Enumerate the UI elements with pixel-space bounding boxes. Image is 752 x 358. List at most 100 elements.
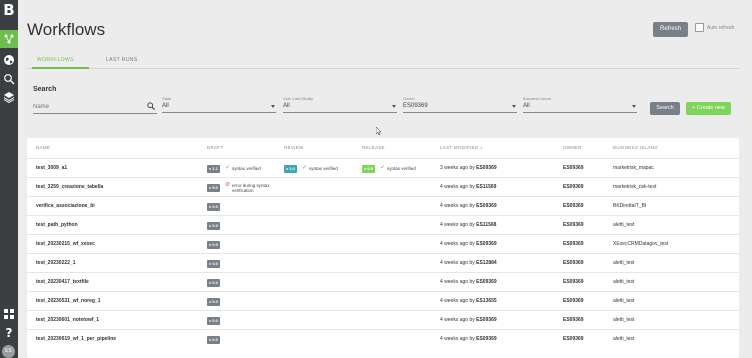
create-new-button[interactable]: + Create new xyxy=(686,102,731,115)
table-row[interactable]: test_3259_creazione_tabella v 5.0 ⊘ error d… xyxy=(27,177,739,196)
auto-refresh-checkbox[interactable] xyxy=(695,23,704,32)
refresh-button[interactable]: Refresh xyxy=(653,22,688,37)
draft-version-badge[interactable]: v 0.0 xyxy=(207,260,220,268)
name-search-input[interactable] xyxy=(33,100,157,114)
business-island-filter[interactable]: Business Island All xyxy=(523,96,637,113)
column-header-owner[interactable]: OWNER xyxy=(563,145,582,150)
workflow-name[interactable]: test_20230531_wf_noreg_1 xyxy=(36,292,101,311)
table-row[interactable]: test_20230222_1 v 0.0 4 weeks ago by ES128… xyxy=(27,253,739,272)
auto-refresh-toggle[interactable]: Auto refresh xyxy=(695,23,734,32)
sidebar-item-layers[interactable] xyxy=(0,88,18,106)
draft-version-badge[interactable]: v 0.0 xyxy=(207,241,220,249)
release-version-badge[interactable]: v 0.9 xyxy=(362,165,375,173)
workflow-name[interactable]: test_3009_a1 xyxy=(36,159,67,178)
draft-status-text: error during syntax verification xyxy=(232,183,270,193)
owner: ES09369 xyxy=(563,298,584,304)
sidebar-item-apps[interactable] xyxy=(0,305,18,323)
last-modified-user: ES11569 xyxy=(476,184,497,190)
sidebar-item-help[interactable]: ? xyxy=(0,323,18,341)
column-header-review[interactable]: REVIEW xyxy=(284,145,304,150)
last-modified-text: 4 weeks ago by xyxy=(440,203,475,209)
workflow-name[interactable]: test_20230601_notetowf_1 xyxy=(36,311,99,330)
table-row[interactable]: test_20230417_textfile v 0.0 4 weeks ago b… xyxy=(27,272,739,291)
workflow-name[interactable]: test_20230417_textfile xyxy=(36,273,89,292)
draft-version-badge[interactable]: v 0.0 xyxy=(207,279,220,287)
user-last-modify-filter[interactable]: User Last Modify All xyxy=(283,96,397,113)
draft-version-badge[interactable]: v 0.0 xyxy=(207,336,220,344)
search-button[interactable]: Search xyxy=(650,102,680,115)
last-modified-text: 4 weeks ago by xyxy=(440,279,475,285)
last-modified: 4 weeks ago by ES13655 xyxy=(440,292,497,311)
last-modified-user: ES12884 xyxy=(476,260,497,266)
table-row[interactable]: test_path_python v 0.0 4 weeks ago by ES11… xyxy=(27,215,739,234)
workflow-name[interactable]: verifica_associazione_bi xyxy=(36,197,95,216)
check-icon: ✓ xyxy=(225,165,231,171)
business-island: aletti_test xyxy=(613,222,635,228)
table-row[interactable]: verifica_associazione_bi v 0.0 4 weeks ago… xyxy=(27,196,739,215)
business-island: aletti_test xyxy=(613,336,635,342)
draft-version-badge[interactable]: v 0.0 xyxy=(207,203,220,211)
last-modified-text: 4 weeks ago by xyxy=(440,260,475,266)
globe-icon xyxy=(4,55,14,65)
tab-workflows[interactable]: WORKFLOWS xyxy=(32,53,89,69)
owner-filter-select[interactable]: ES09369 xyxy=(403,101,517,113)
table-row[interactable]: test_20230215_wf_xexec v 0.0 4 weeks ago b… xyxy=(27,234,739,253)
check-icon: ✓ xyxy=(380,165,386,171)
layers-icon xyxy=(3,92,15,103)
workflow-name[interactable]: test_path_python xyxy=(36,216,78,235)
state-filter[interactable]: State All xyxy=(162,96,276,113)
chevron-down-icon xyxy=(632,105,636,108)
sort-down-icon[interactable]: ↓ xyxy=(480,145,483,151)
table-row[interactable]: test_20230601_notetowf_1 v 0.0 4 weeks ago… xyxy=(27,310,739,329)
sidebar-item-islands[interactable] xyxy=(0,51,18,69)
draft-version-badge[interactable]: v 0.0 xyxy=(207,222,220,230)
draft-version-badge[interactable]: v 5.0 xyxy=(207,184,220,192)
workflow-name[interactable]: test_3259_creazione_tabella xyxy=(36,178,103,197)
search-icon xyxy=(4,74,15,85)
workflow-name[interactable]: test_20230619_wf_1_per_pipeline xyxy=(36,330,116,349)
last-modified-user: ES09369 xyxy=(476,317,497,323)
workflow-name[interactable]: test_20230222_1 xyxy=(36,254,75,273)
user-last-modify-select[interactable]: All xyxy=(283,101,397,113)
last-modified-text: 4 weeks ago by xyxy=(440,336,475,342)
sidebar-item-workflows[interactable] xyxy=(0,30,18,48)
last-modified: 4 weeks ago by ES12884 xyxy=(440,254,497,273)
column-header-release[interactable]: RELEASE xyxy=(362,145,385,150)
table-row[interactable]: test_20230619_wf_1_per_pipeline v 0.0 4 we… xyxy=(27,329,739,348)
check-icon: ✓ xyxy=(302,165,308,171)
workflow-name[interactable]: test_20230215_wf_xexec xyxy=(36,235,95,254)
search-icon[interactable] xyxy=(147,102,155,110)
grid-icon xyxy=(4,309,14,319)
last-modified-user: ES09369 xyxy=(476,165,497,171)
business-island: marketrisk_risk-test xyxy=(613,184,657,190)
release-status-text: syntax verified xyxy=(387,166,416,171)
tab-bar: WORKFLOWS LAST RUNS xyxy=(27,53,739,69)
last-modified-user: ES13655 xyxy=(476,298,497,304)
review-version-badge[interactable]: v 1.0 xyxy=(284,165,297,173)
tab-last-runs[interactable]: LAST RUNS xyxy=(106,53,146,69)
column-header-last-modified[interactable]: LAST MODIFIED ↓ xyxy=(440,145,483,151)
business-island: aletti_test xyxy=(613,317,635,323)
last-modified: 4 weeks ago by ES09369 xyxy=(440,273,497,292)
last-modified-user: ES11568 xyxy=(476,222,497,228)
draft-version-badge[interactable]: v 0.0 xyxy=(207,317,220,325)
owner-filter[interactable]: Owner ES09369 xyxy=(403,96,517,113)
release-status: ✓ syntax verified xyxy=(380,165,416,171)
draft-version-badge[interactable]: v 0.0 xyxy=(207,298,220,306)
last-modified-label: LAST MODIFIED xyxy=(440,145,479,150)
flow-icon xyxy=(4,34,14,44)
business-island-select[interactable]: All xyxy=(523,101,637,113)
avatar[interactable]: ES xyxy=(2,345,15,358)
svg-text:?: ? xyxy=(6,326,13,338)
column-header-business-island[interactable]: BUSINESS ISLAND xyxy=(613,145,658,150)
table-row[interactable]: test_3009_a1 v 1.1 ✓ syntax verified v 1.0 ✓ s… xyxy=(27,158,739,177)
table-row[interactable]: test_20230531_wf_noreg_1 v 0.0 4 weeks ago… xyxy=(27,291,739,310)
owner: ES09369 xyxy=(563,165,584,171)
app-logo[interactable]: B xyxy=(2,2,16,18)
draft-version-badge[interactable]: v 1.1 xyxy=(207,165,220,173)
sidebar-item-search[interactable] xyxy=(0,70,18,88)
column-header-name[interactable]: NAME xyxy=(36,145,50,150)
column-header-draft[interactable]: DRAFT xyxy=(207,145,224,150)
user-last-modify-value: All xyxy=(283,103,290,109)
state-filter-select[interactable]: All xyxy=(162,101,276,113)
